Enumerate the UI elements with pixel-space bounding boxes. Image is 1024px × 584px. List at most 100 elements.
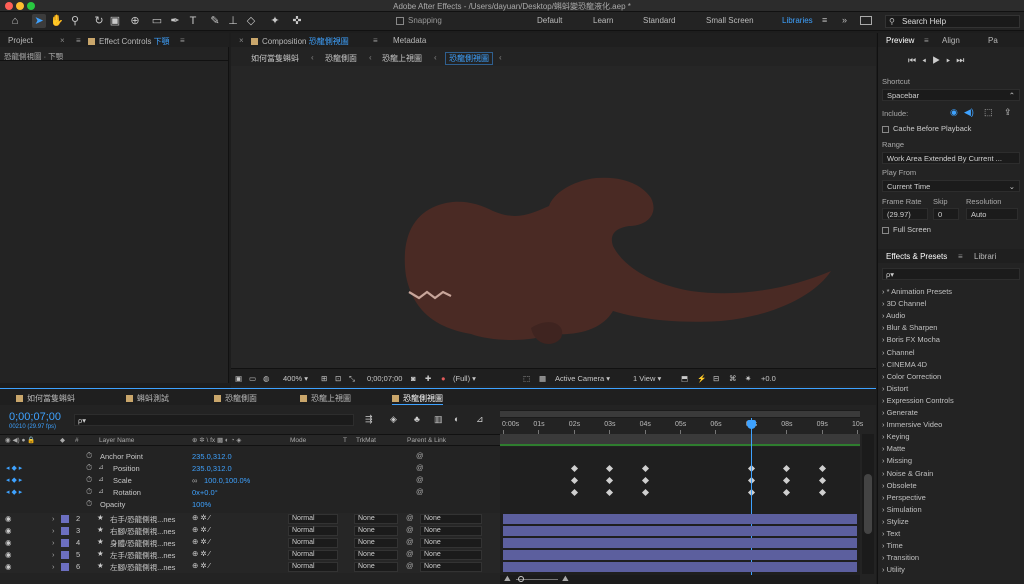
layer-duration-bar[interactable] xyxy=(503,550,857,560)
property-value[interactable]: 235.0,312.0 xyxy=(192,464,232,473)
pick-whip-icon[interactable]: @ xyxy=(406,561,414,570)
tab-project[interactable]: Project xyxy=(8,36,33,45)
timeline-tab[interactable]: 恐龍側視圖 xyxy=(392,393,443,405)
label-color-icon[interactable] xyxy=(61,551,69,559)
vr-icon[interactable]: ▭ xyxy=(249,374,256,383)
effects-category[interactable]: › Utility xyxy=(882,565,905,574)
layer-row[interactable]: ◉ › 3 ★ 右腳/恐龍側視...nes ⊕ ✲ ⁄ Normal None @ None xyxy=(0,525,500,537)
skip-dropdown[interactable]: 0 xyxy=(933,208,959,220)
home-icon[interactable]: ⌂ xyxy=(8,14,22,28)
tab-effect-controls[interactable]: Effect Controls 下顎 xyxy=(88,36,170,47)
effects-category[interactable]: › Obsolete xyxy=(882,481,917,490)
grid-icon[interactable]: ⊞ xyxy=(321,374,327,383)
keyframe[interactable] xyxy=(641,476,649,485)
layer-search-input[interactable]: ρ▾ xyxy=(74,414,354,426)
effects-category[interactable]: › CINEMA 4D xyxy=(882,360,927,369)
camera-tool-icon[interactable]: ▣ xyxy=(108,14,122,28)
mode-dropdown[interactable]: Normal xyxy=(288,526,338,536)
stopwatch-icon[interactable]: ⏱ xyxy=(86,499,92,509)
parent-dropdown[interactable]: None xyxy=(420,514,482,524)
effects-category[interactable]: › Blur & Sharpen xyxy=(882,323,937,332)
switches-icons[interactable]: ⊕ ✲ ⁄ xyxy=(192,549,210,558)
effects-category[interactable]: › Perspective xyxy=(882,493,926,502)
frame-rate-dropdown[interactable]: (29.97) xyxy=(882,208,928,220)
tab-metadata[interactable]: Metadata xyxy=(393,36,426,45)
visibility-eye-icon[interactable]: ◉ xyxy=(5,562,12,571)
layer-row[interactable]: ◉ › 5 ★ 左手/恐龍側視...nes ⊕ ✲ ⁄ Normal None @ None xyxy=(0,549,500,561)
parent-dropdown[interactable]: None xyxy=(420,538,482,548)
cache-checkbox[interactable] xyxy=(882,125,889,133)
puppet-tool-icon[interactable]: ✜ xyxy=(290,14,304,28)
layer-duration-bar[interactable] xyxy=(503,514,857,524)
playhead-handle[interactable] xyxy=(746,420,756,429)
effects-category[interactable]: › Matte xyxy=(882,444,905,453)
shortcut-dropdown[interactable]: Spacebar ⌃ xyxy=(882,89,1020,101)
mode-dropdown[interactable]: Normal xyxy=(288,562,338,572)
previous-frame-icon[interactable]: ◂ xyxy=(922,55,932,65)
switches-icons[interactable]: ⊕ ✲ ⁄ xyxy=(192,561,210,570)
timeline-tab[interactable]: 蝌蚪測試 xyxy=(126,393,169,404)
effects-category[interactable]: › Transition xyxy=(882,553,919,562)
visibility-eye-icon[interactable]: ◉ xyxy=(5,550,12,559)
eraser-tool-icon[interactable]: ◇ xyxy=(244,14,258,28)
property-row[interactable]: ◂ ◆ ▸ ⏱ ⊿ Position 235.0,312.0 @ xyxy=(0,463,500,475)
label-color-icon[interactable] xyxy=(61,563,69,571)
keyframe-navigator-icon[interactable]: ◂ ◆ ▸ xyxy=(6,464,22,472)
property-row[interactable]: ⏱ Anchor Point 235.0,312.0 @ xyxy=(0,451,500,463)
pick-whip-icon[interactable]: @ xyxy=(406,537,414,546)
pick-whip-icon[interactable]: @ xyxy=(416,475,424,484)
graph-icon[interactable]: ⊿ xyxy=(98,487,104,495)
menu-icon[interactable]: ≡ xyxy=(958,252,963,261)
selection-tool-icon[interactable]: ➤ xyxy=(32,14,46,28)
close-icon[interactable]: × xyxy=(60,36,65,45)
transparency-grid-icon[interactable]: ▦ xyxy=(539,374,546,383)
camera-dropdown[interactable]: Active Camera ▾ xyxy=(555,374,610,383)
property-value[interactable]: 100% xyxy=(192,500,211,509)
workspace-learn[interactable]: Learn xyxy=(593,16,613,25)
camera-snapshot-icon[interactable]: ◙ xyxy=(411,374,416,383)
zoom-tool-icon[interactable]: ⚲ xyxy=(68,14,82,28)
cache-before-playback-option[interactable]: Cache Before Playback xyxy=(882,124,971,133)
label-color-icon[interactable] xyxy=(61,539,69,547)
chevron-right-icon[interactable]: › xyxy=(52,562,55,571)
menu-icon[interactable]: ≡ xyxy=(924,36,929,45)
stopwatch-icon[interactable]: ⏱ xyxy=(86,463,92,473)
breadcrumb-item[interactable]: 恐龍側面 xyxy=(325,53,357,64)
work-area-bar[interactable] xyxy=(500,434,860,446)
layer-duration-bar[interactable] xyxy=(503,526,857,536)
property-row[interactable]: ◂ ◆ ▸ ⏱ ⊿ Rotation 0x+0.0° @ xyxy=(0,487,500,499)
zoom-in-icon[interactable]: ⛰ xyxy=(562,574,569,584)
layer-duration-bar[interactable] xyxy=(503,562,857,572)
time-ruler[interactable]: 0:00s01s02s03s04s05s06s07s08s09s10s xyxy=(500,418,863,434)
pick-whip-icon[interactable]: @ xyxy=(406,513,414,522)
label-color-icon[interactable] xyxy=(61,527,69,535)
stopwatch-icon[interactable]: ⏱ xyxy=(86,475,92,485)
zoom-out-icon[interactable]: ⛰ xyxy=(504,574,511,584)
label-color-icon[interactable] xyxy=(61,515,69,523)
show-snapshot-icon[interactable]: ✚ xyxy=(425,374,431,383)
keyframe[interactable] xyxy=(570,488,578,497)
switches-icons[interactable]: ⊕ ✲ ⁄ xyxy=(192,537,210,546)
fast-previews-icon[interactable]: ⚡ xyxy=(697,374,706,383)
layer-name[interactable]: 左手/恐龍側視...nes xyxy=(110,550,175,561)
roto-brush-tool-icon[interactable]: ✦ xyxy=(268,14,282,28)
graph-icon[interactable]: ⊿ xyxy=(98,463,104,471)
graph-icon[interactable]: ⊿ xyxy=(98,475,104,483)
viewer-timecode[interactable]: 0;00;07;00 xyxy=(367,374,402,383)
layer-row[interactable]: ◉ › 2 ★ 右手/恐龍側視...nes ⊕ ✲ ⁄ Normal None @ None xyxy=(0,513,500,525)
workspace-small-screen[interactable]: Small Screen xyxy=(706,16,754,25)
tab-libraries[interactable]: Librari xyxy=(974,252,996,261)
sync-settings-icon[interactable] xyxy=(860,16,872,25)
effects-category[interactable]: › Missing xyxy=(882,456,912,465)
trkmat-dropdown[interactable]: None xyxy=(354,562,398,572)
zoom-slider-thumb[interactable] xyxy=(518,576,524,582)
effects-category[interactable]: › Color Correction xyxy=(882,372,941,381)
overlay-include-icon[interactable]: ⬚ xyxy=(984,107,993,118)
time-navigator-range[interactable] xyxy=(500,411,860,417)
region-of-interest-icon[interactable]: ⬚ xyxy=(523,374,530,383)
type-tool-icon[interactable]: T xyxy=(186,14,200,28)
workspace-standard[interactable]: Standard xyxy=(643,16,675,25)
chevron-right-icon[interactable]: › xyxy=(52,550,55,559)
menu-icon[interactable]: ≡ xyxy=(373,36,378,45)
exposure-reset-icon[interactable]: ✷ xyxy=(745,374,751,383)
